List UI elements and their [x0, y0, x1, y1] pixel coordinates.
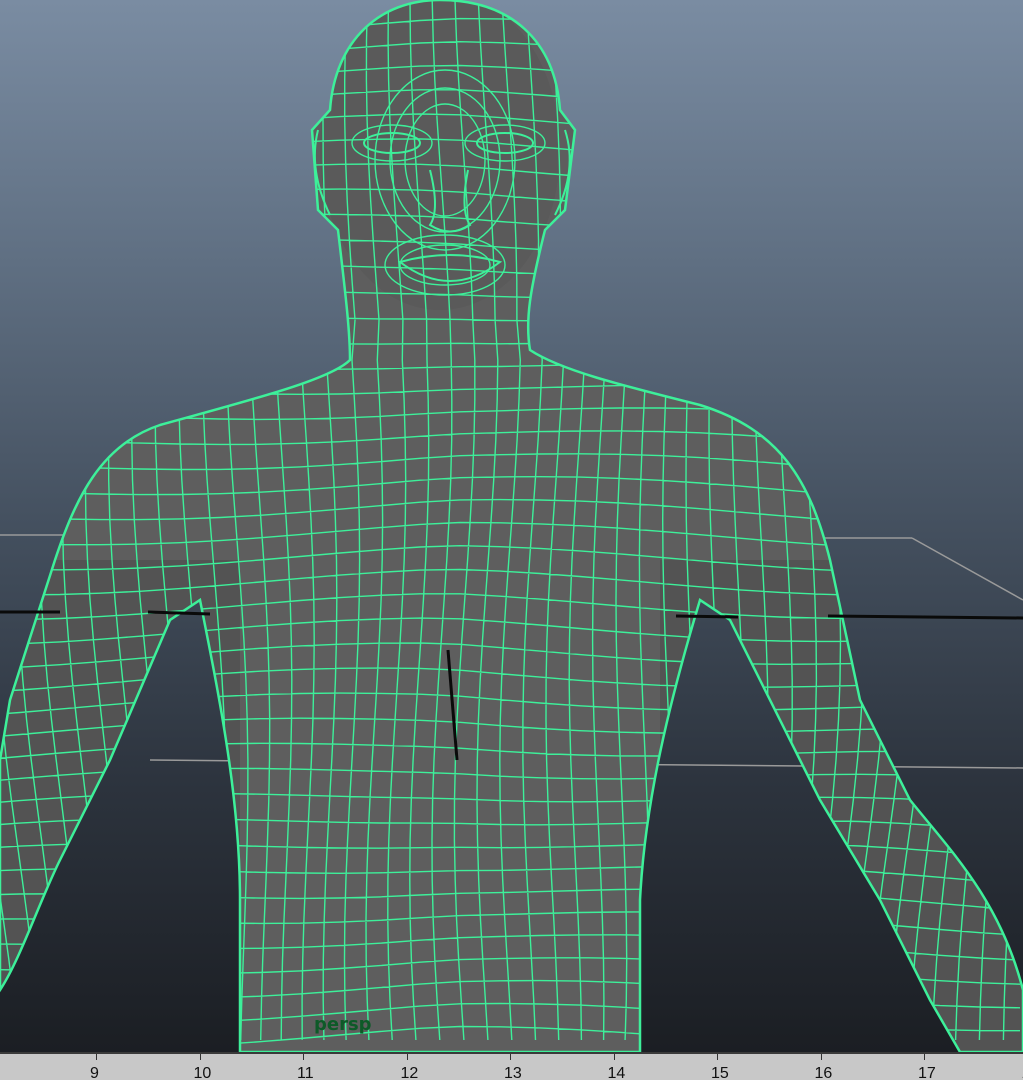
time-tick-label: 9 [90, 1065, 99, 1080]
time-tick-label: 13 [504, 1065, 522, 1080]
time-tick-mark [199, 1054, 201, 1060]
character-mesh[interactable] [0, 0, 1023, 1052]
time-tick-mark [613, 1054, 615, 1060]
viewport-panel[interactable]: persp [0, 0, 1023, 1052]
time-tick-label: 15 [711, 1065, 729, 1080]
time-tick-label: 10 [193, 1065, 212, 1080]
time-tick-mark [924, 1054, 925, 1060]
time-tick-label: 14 [607, 1065, 626, 1080]
time-tick-label: 12 [400, 1065, 419, 1080]
time-tick-mark [717, 1054, 718, 1060]
time-tick-mark [303, 1054, 304, 1060]
time-tick-mark [96, 1054, 97, 1060]
time-tick-mark [510, 1054, 511, 1060]
time-tick-label: 16 [814, 1065, 833, 1080]
time-tick-label: 17 [918, 1065, 936, 1080]
time-slider[interactable]: 910111213141516171 [0, 1052, 1023, 1080]
time-tick-label: 11 [297, 1065, 314, 1080]
time-tick-mark [406, 1054, 408, 1060]
time-tick-mark [820, 1054, 822, 1060]
persp-viewport-scene[interactable] [0, 0, 1023, 1052]
camera-name-label: persp [314, 1014, 372, 1035]
